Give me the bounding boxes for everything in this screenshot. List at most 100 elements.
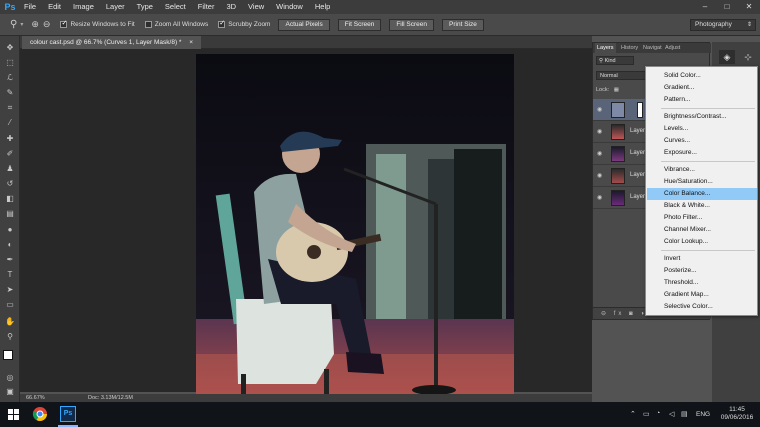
gradient-tool-icon[interactable]: ▤ xyxy=(3,208,17,220)
path-select-tool-icon[interactable]: ➤ xyxy=(3,284,17,296)
zoom-tool-icon[interactable]: ⚲ xyxy=(10,19,17,30)
menu-item-color-lookup[interactable]: Color Lookup... xyxy=(647,236,757,248)
tab-layers[interactable]: Layers xyxy=(595,43,616,53)
eye-icon[interactable]: ◉ xyxy=(597,150,602,157)
menu-item-selective-color[interactable]: Selective Color... xyxy=(647,301,757,313)
menu-item-vibrance[interactable]: Vibrance... xyxy=(647,164,757,176)
language-indicator[interactable]: ENG xyxy=(696,411,710,418)
checkbox-box[interactable] xyxy=(144,21,152,28)
menu-item-black-white[interactable]: Black & White... xyxy=(647,200,757,212)
lasso-tool-icon[interactable]: ℒ xyxy=(3,72,17,84)
close-button[interactable]: ✕ xyxy=(738,0,760,14)
lock-pixels-icon[interactable]: ▦ xyxy=(614,87,619,93)
close-tab-icon[interactable]: × xyxy=(189,39,193,46)
eye-icon[interactable]: ◉ xyxy=(597,128,602,135)
print-size-button[interactable]: Print Size xyxy=(442,18,484,31)
menu-item-channel-mixer[interactable]: Channel Mixer... xyxy=(647,224,757,236)
clone-stamp-tool-icon[interactable]: ♟ xyxy=(3,163,17,175)
actual-pixels-button[interactable]: Actual Pixels xyxy=(278,18,330,31)
eye-icon[interactable]: ◉ xyxy=(597,194,602,201)
layer-filter-select[interactable]: ⚲ Kind xyxy=(596,56,634,65)
blur-tool-icon[interactable]: ● xyxy=(3,224,17,236)
menu-layer[interactable]: Layer xyxy=(100,0,131,14)
menu-type[interactable]: Type xyxy=(131,0,159,14)
menu-item-brightness-contrast[interactable]: Brightness/Contrast... xyxy=(647,111,757,123)
foreground-color-swatch[interactable] xyxy=(3,350,13,360)
layer-name[interactable]: Layer xyxy=(630,150,645,156)
brush-tool-icon[interactable]: ✐ xyxy=(3,148,17,160)
quick-mask-icon[interactable]: ◎ xyxy=(3,372,17,384)
menu-item-levels[interactable]: Levels... xyxy=(647,123,757,135)
eye-icon[interactable]: ◉ xyxy=(597,106,602,113)
menu-item-pattern[interactable]: Pattern... xyxy=(647,94,757,106)
chevron-down-icon[interactable]: ▾ xyxy=(20,21,23,28)
menu-item-hue-saturation[interactable]: Hue/Saturation... xyxy=(647,176,757,188)
photoshop-taskbar-icon[interactable]: Ps xyxy=(60,406,76,422)
checkbox-box[interactable] xyxy=(218,19,226,28)
menu-item-gradient-map[interactable]: Gradient Map... xyxy=(647,289,757,301)
message-icon[interactable]: ▤ xyxy=(681,410,688,418)
menu-item-color-balance[interactable]: Color Balance... xyxy=(647,188,757,200)
layer-name[interactable]: Layer xyxy=(630,128,645,134)
pen-tool-icon[interactable]: ✒ xyxy=(3,254,17,266)
tray-chevron-icon[interactable]: ⌃ xyxy=(630,410,636,418)
menu-item-curves[interactable]: Curves... xyxy=(647,135,757,147)
screen-mode-icon[interactable]: ▣ xyxy=(3,386,17,398)
layers-stack-icon[interactable]: ◈ xyxy=(719,50,735,64)
fill-screen-button[interactable]: Fill Screen xyxy=(389,18,435,31)
eraser-tool-icon[interactable]: ◧ xyxy=(3,193,17,205)
menu-item-invert[interactable]: Invert xyxy=(647,253,757,265)
windows-start-icon[interactable] xyxy=(8,409,19,420)
volume-icon[interactable]: ◁ xyxy=(669,410,674,418)
minimize-button[interactable]: – xyxy=(694,0,716,14)
type-tool-icon[interactable]: T xyxy=(3,269,17,281)
history-brush-tool-icon[interactable]: ↺ xyxy=(3,178,17,190)
healing-brush-tool-icon[interactable]: ✚ xyxy=(3,133,17,145)
checkbox-box[interactable] xyxy=(60,19,68,28)
layer-mask-thumbnail[interactable] xyxy=(637,102,643,118)
menu-image[interactable]: Image xyxy=(67,0,100,14)
maximize-button[interactable]: □ xyxy=(716,0,738,14)
path-tool-icon[interactable]: ⊹ xyxy=(740,50,756,64)
blend-mode-select[interactable]: Normal xyxy=(596,71,646,80)
menu-item-photo-filter[interactable]: Photo Filter... xyxy=(647,212,757,224)
menu-select[interactable]: Select xyxy=(159,0,192,14)
fit-screen-button[interactable]: Fit Screen xyxy=(337,18,382,31)
network-icon[interactable]: ◔ xyxy=(656,410,660,417)
menu-file[interactable]: File xyxy=(18,0,42,14)
menu-view[interactable]: View xyxy=(242,0,270,14)
zoom-tool-icon[interactable]: ⚲ xyxy=(3,331,17,343)
menu-item-solid-color[interactable]: Solid Color... xyxy=(647,70,757,82)
battery-icon[interactable]: ▭ xyxy=(643,410,650,418)
menu-window[interactable]: Window xyxy=(270,0,309,14)
menu-filter[interactable]: Filter xyxy=(192,0,221,14)
menu-3d[interactable]: 3D xyxy=(220,0,242,14)
document-tab[interactable]: colour cast.psd @ 66.7% (Curves 1, Layer… xyxy=(22,36,202,49)
zoom-level[interactable]: 66.67% xyxy=(26,394,45,402)
document-canvas-image[interactable] xyxy=(196,54,514,396)
scrubby-zoom-checkbox[interactable]: Scrubby Zoom xyxy=(218,19,270,28)
menu-help[interactable]: Help xyxy=(309,0,336,14)
move-tool-icon[interactable]: ✥ xyxy=(3,42,17,54)
layer-name[interactable]: Layer xyxy=(630,194,645,200)
menu-item-threshold[interactable]: Threshold... xyxy=(647,277,757,289)
crop-tool-icon[interactable]: ⌗ xyxy=(3,102,17,114)
marquee-tool-icon[interactable]: ⬚ xyxy=(3,57,17,69)
tab-navigator[interactable]: Navigat xyxy=(641,43,664,53)
resize-windows-checkbox[interactable]: Resize Windows to Fit xyxy=(60,19,135,28)
menu-edit[interactable]: Edit xyxy=(42,0,67,14)
eyedropper-tool-icon[interactable]: ⁄ xyxy=(3,117,17,129)
menu-item-gradient[interactable]: Gradient... xyxy=(647,82,757,94)
quick-select-tool-icon[interactable]: ✎ xyxy=(3,87,17,99)
chrome-icon[interactable] xyxy=(32,406,48,422)
zoom-out-icon[interactable]: ⊖ xyxy=(43,19,51,30)
layer-name[interactable]: Layer xyxy=(630,172,645,178)
menu-item-posterize[interactable]: Posterize... xyxy=(647,265,757,277)
tab-adjustments[interactable]: Adjust xyxy=(663,43,682,53)
menu-item-exposure[interactable]: Exposure... xyxy=(647,147,757,159)
shape-tool-icon[interactable]: ▭ xyxy=(3,299,17,311)
zoom-in-icon[interactable]: ⊕ xyxy=(31,19,39,30)
tab-history[interactable]: History xyxy=(619,43,640,53)
hand-tool-icon[interactable]: ✋ xyxy=(3,316,17,328)
dodge-tool-icon[interactable]: ◐ xyxy=(3,239,17,251)
